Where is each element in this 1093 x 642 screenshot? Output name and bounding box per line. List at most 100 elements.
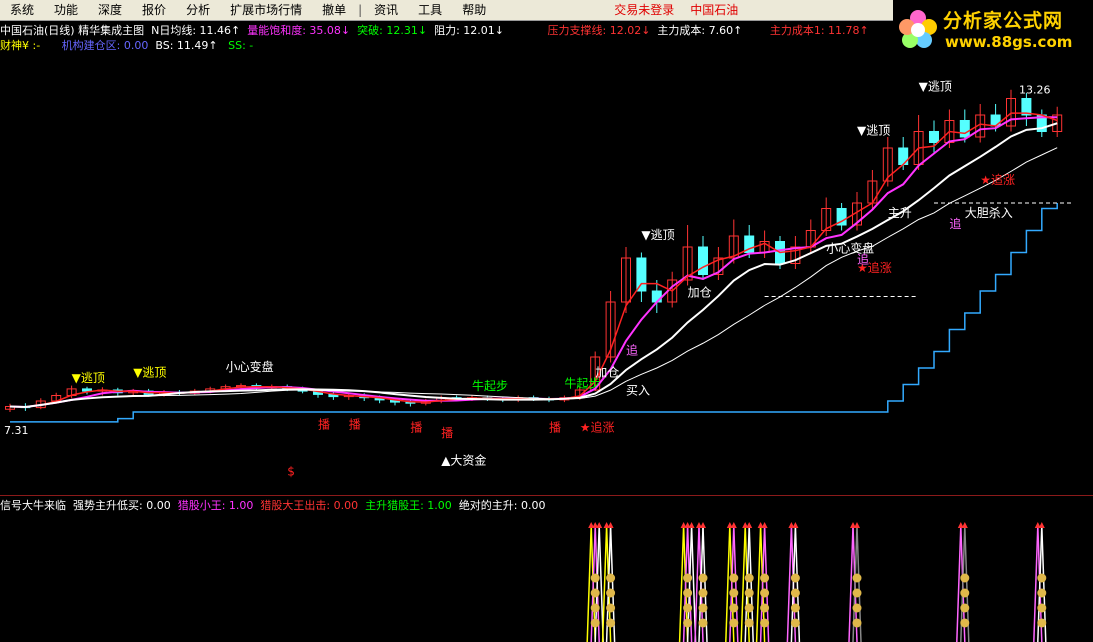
signal-label: 买入 (626, 383, 650, 397)
signal-label: 播 (441, 426, 453, 440)
sub-hunter-small: 猎股小王: 1.00 (177, 499, 254, 512)
signal-arrow (730, 522, 737, 528)
coin-marker (590, 588, 600, 598)
coin-marker (790, 573, 800, 583)
signal-bar (601, 525, 608, 642)
signal-label: ★追涨 (580, 419, 615, 434)
signal-bar (786, 525, 793, 642)
signal-bar (725, 525, 731, 642)
coin-marker (606, 603, 616, 613)
low-price-label: 7.31 (4, 424, 29, 437)
coin-marker (790, 588, 800, 598)
signal-label: $ (287, 464, 295, 478)
signal-label: 主升 (888, 206, 912, 220)
signal-label: 追 (949, 216, 961, 231)
signal-arrow (761, 522, 768, 528)
signal-label: ▼逃顶 (133, 365, 166, 379)
panel-separator (0, 495, 1093, 496)
coin-marker (960, 603, 970, 613)
coin-marker (760, 603, 770, 613)
support-line (10, 203, 1058, 423)
candle (698, 246, 708, 275)
signal-bar (586, 525, 592, 642)
coin-marker (744, 573, 754, 583)
coin-marker (1037, 603, 1047, 613)
coin-marker (683, 618, 693, 628)
coin-marker (760, 618, 770, 628)
sub-strong-low-buy: 强势主升低买: 0.00 (73, 499, 171, 512)
coin-marker (852, 573, 862, 583)
signal-arrow (746, 522, 753, 528)
coin-marker (729, 618, 739, 628)
signal-arrow (1038, 522, 1045, 528)
coin-marker (683, 588, 693, 598)
signal-label: 播 (349, 418, 361, 432)
coin-marker (852, 588, 862, 598)
sub-main-rise: 主升猎股王: 1.00 (365, 499, 452, 512)
sub-header: 信号大牛来临 强势主升低买: 0.00 猎股小王: 1.00 猎股大王出击: 0… (0, 499, 546, 513)
signal-label: 播 (410, 420, 422, 434)
coin-marker (729, 588, 739, 598)
candle (929, 131, 939, 143)
candle (959, 120, 970, 138)
coin-marker (1037, 588, 1047, 598)
coin-marker (760, 588, 770, 598)
candle (636, 257, 647, 292)
candle (651, 290, 662, 303)
signal-arrow (854, 522, 860, 528)
coin-marker (606, 588, 616, 598)
coin-marker (744, 603, 754, 613)
coin-marker (790, 603, 800, 613)
signal-label: ▼逃顶 (72, 371, 105, 385)
coin-marker (960, 573, 970, 583)
coin-marker (590, 618, 600, 628)
signal-bar (740, 525, 746, 642)
coin-marker (698, 618, 708, 628)
signal-arrow (688, 522, 695, 528)
signal-bar (694, 525, 700, 642)
signal-bar (1033, 525, 1039, 642)
coin-marker (683, 573, 693, 583)
coin-marker (729, 603, 739, 613)
ma-slow-line (9, 122, 1058, 409)
signal-label: ▲大资金 (441, 452, 486, 467)
coin-marker (852, 618, 862, 628)
coin-marker (606, 573, 616, 583)
signal-label: 牛起步 (472, 378, 508, 393)
signal-label: 追 (626, 342, 638, 357)
signal-label: 追 (857, 252, 869, 267)
coin-marker (744, 588, 754, 598)
signal-label: 播 (549, 420, 561, 434)
high-price-label: 13.26 (1019, 84, 1051, 97)
signal-arrow (700, 522, 706, 528)
coin-marker (1037, 573, 1047, 583)
coin-marker (744, 618, 754, 628)
coin-marker (606, 618, 616, 628)
sub-hunter-big: 猎股大王出击: 0.00 (260, 499, 359, 512)
coin-marker (960, 588, 970, 598)
sub-absolute-rise: 绝对的主升: 0.00 (458, 499, 546, 512)
signal-bar (755, 525, 762, 642)
coin-marker (960, 618, 970, 628)
coin-marker (1037, 618, 1047, 628)
coin-marker (698, 588, 708, 598)
signal-arrow (607, 522, 614, 528)
signal-label: 加仓 (595, 365, 619, 379)
signal-bar (848, 525, 854, 642)
coin-marker (790, 618, 800, 628)
signal-arrow (792, 522, 799, 528)
coin-marker (729, 573, 739, 583)
signal-label: ▼逃顶 (641, 228, 674, 242)
coin-marker (852, 603, 862, 613)
coin-marker (590, 603, 600, 613)
signal-bar (956, 525, 962, 642)
signal-label: ▼逃顶 (919, 79, 952, 93)
signal-label: 播 (318, 418, 330, 432)
coin-marker (683, 603, 693, 613)
candlestick-chart[interactable]: 13.267.31▼逃顶 ▼逃顶▼逃顶▼逃顶▼逃顶小心变盘小心变盘牛起步 牛起步加仓… (0, 0, 1093, 642)
coin-marker (760, 573, 770, 583)
signal-arrow (961, 522, 968, 528)
signal-label: 小心变盘 (226, 359, 274, 374)
sub-signal: 信号大牛来临 (0, 499, 66, 512)
coin-marker (590, 573, 600, 583)
